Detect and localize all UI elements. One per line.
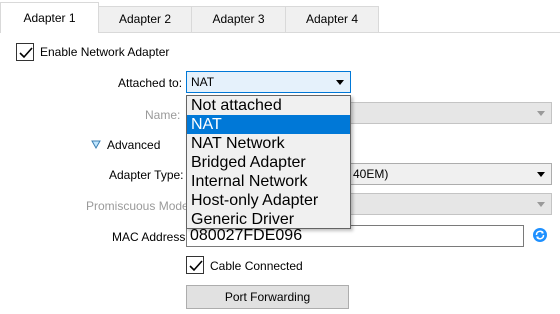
port-forwarding-label: Port Forwarding [224,290,311,304]
port-forwarding-button[interactable]: Port Forwarding [186,285,349,309]
triangle-down-icon[interactable] [91,140,101,149]
dropdown-option-internal-network[interactable]: Internal Network [187,172,350,191]
tab-adapter-4-label: Adapter 4 [305,12,359,26]
dropdown-option-generic-driver[interactable]: Generic Driver [187,210,350,229]
chevron-down-icon [537,202,545,207]
tab-adapter-2[interactable]: Adapter 2 [98,6,192,33]
attached-to-dropdown: Not attached NAT NAT Network Bridged Ada… [186,95,351,229]
checkmark-icon [19,47,33,59]
tab-adapter-1-label: Adapter 1 [23,11,76,25]
attached-to-value: NAT [191,75,215,89]
refresh-icon[interactable] [532,227,548,243]
tab-adapter-3-label: Adapter 3 [212,12,265,26]
chevron-down-icon [537,111,545,116]
advanced-toggle[interactable]: Advanced [107,138,160,152]
cable-connected-checkbox[interactable] [186,256,204,274]
name-label: Name: [145,108,181,122]
tab-adapter-2-label: Adapter 2 [118,12,172,26]
tab-adapter-1[interactable]: Adapter 1 [0,2,99,33]
adapter-type-value: 40EM) [353,167,389,181]
tab-adapter-4[interactable]: Adapter 4 [285,6,379,33]
tab-adapter-3[interactable]: Adapter 3 [191,6,286,33]
dropdown-option-host-only-adapter[interactable]: Host-only Adapter [187,191,350,210]
dropdown-option-nat[interactable]: NAT [187,115,350,134]
attached-to-label: Attached to: [118,76,183,90]
tab-bar: Adapter 1 Adapter 2 Adapter 3 Adapter 4 [0,0,560,33]
mac-address-label: MAC Address: [112,230,189,244]
promiscuous-mode-label: Promiscuous Mode: [86,199,193,213]
enable-adapter-checkbox[interactable] [16,43,34,61]
cable-connected-label: Cable Connected [210,259,303,273]
checkmark-icon [189,260,203,272]
enable-adapter-label: Enable Network Adapter [40,45,170,59]
attached-to-select[interactable]: NAT [186,71,351,93]
dropdown-option-bridged-adapter[interactable]: Bridged Adapter [187,153,350,172]
adapter-type-label: Adapter Type: [109,168,184,182]
chevron-down-icon [537,172,545,177]
dropdown-option-nat-network[interactable]: NAT Network [187,134,350,153]
chevron-down-icon [336,80,344,85]
dropdown-option-not-attached[interactable]: Not attached [187,96,350,115]
